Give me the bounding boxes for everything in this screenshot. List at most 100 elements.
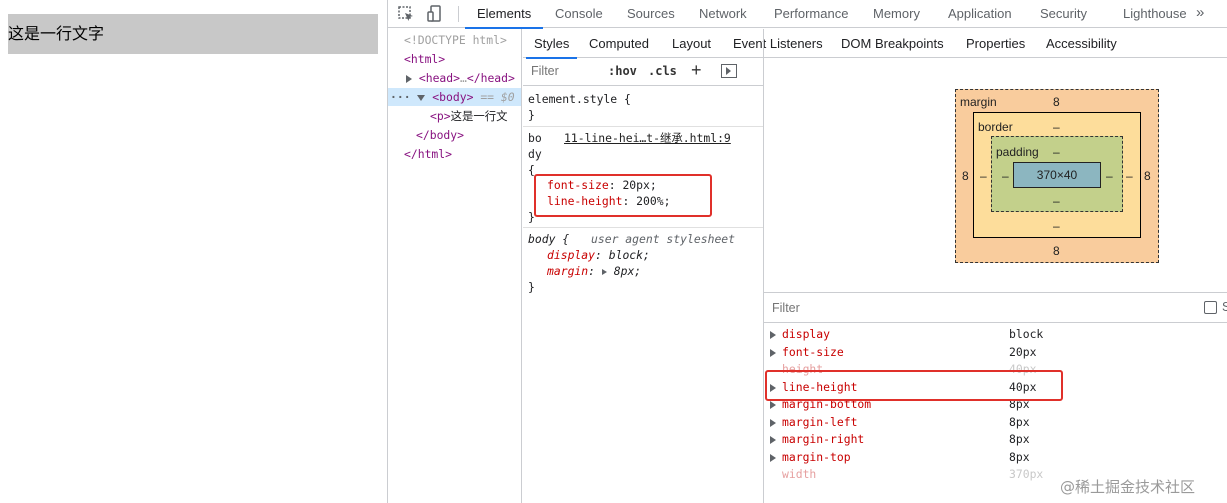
preview-paragraph: 这是一行文字 [8,14,378,54]
rule2-selector[interactable]: body { [528,231,569,247]
collapse-arrow-icon[interactable] [417,94,426,101]
computed-row[interactable]: margin-left 8px [764,414,1227,432]
tab-lighthouse[interactable]: Lighthouse [1123,0,1187,28]
border-bottom-value[interactable]: – [1053,219,1060,233]
computed-prop-value: 370px [1009,467,1044,481]
highlight-box-styles [534,174,712,217]
rule2-prop-display: display: block; [547,248,650,262]
tree-head[interactable]: <head>…</head> [406,69,515,87]
rule-divider [523,227,763,228]
subtab-dom-breakpoints[interactable]: DOM Breakpoints [841,29,944,58]
toolbar-separator [458,6,459,22]
prop-name: margin [547,264,589,278]
box-model-content[interactable]: 370×40 [1013,162,1101,188]
html-open-tag: <html> [404,52,446,66]
computed-filter-input[interactable]: Filter [772,301,800,315]
computed-row[interactable]: display block [764,326,1227,344]
element-style-selector[interactable]: element.style { [528,91,631,107]
prop-name: display [547,248,596,262]
tab-network[interactable]: Network [699,0,747,28]
computed-row[interactable]: margin-top 8px [764,449,1227,467]
rule2-source: user agent stylesheet [591,232,736,246]
tab-application[interactable]: Application [948,0,1012,28]
head-ellipsis[interactable]: … [460,71,467,85]
doctype-text: <!DOCTYPE html> [404,33,507,47]
element-style-close: } [528,108,535,122]
show-all-label: S [1222,300,1227,314]
padding-top-value[interactable]: – [1053,145,1060,159]
computed-prop-value: block [1009,327,1044,341]
padding-right-value[interactable]: – [1106,169,1113,183]
computed-pane: 370×40 margin 8 8 8 8 border – – – – pad… [764,58,1227,503]
margin-top-value[interactable]: 8 [1053,95,1060,109]
expand-arrow-icon[interactable] [601,268,607,275]
head-open-tag: <head> [418,71,461,85]
rule2-close-brace: } [528,280,535,294]
more-tabs-button[interactable]: » [1196,0,1204,28]
rule1-source-link[interactable]: 11-line-hei…t-继承.html:9 [564,130,731,146]
computed-prop-name: margin-left [782,414,858,429]
padding-left-value[interactable]: – [1002,169,1009,183]
subtab-accessibility[interactable]: Accessibility [1046,29,1117,58]
border-right-value[interactable]: – [1126,169,1133,183]
cls-toggle-button[interactable]: .cls [648,64,677,78]
head-close-tag: </head> [466,71,515,85]
prop-value: block; [608,248,650,262]
rule1-selector-part1[interactable]: bo [528,130,542,146]
expand-arrow-icon[interactable] [770,436,776,444]
rule2-prop-margin: margin: 8px; [547,264,642,278]
padding-bottom-value[interactable]: – [1053,194,1060,208]
expand-arrow-icon[interactable] [770,401,776,409]
toggle-sidebar-icon[interactable] [721,64,737,78]
tree-p[interactable]: <p>这是一行文 [430,107,508,125]
rule1-selector-part2[interactable]: dy [528,146,542,162]
computed-prop-value: 20px [1009,344,1037,359]
tree-doctype[interactable]: <!DOCTYPE html> [404,31,507,49]
computed-row[interactable]: font-size 20px [764,344,1227,362]
tree-body[interactable]: ··· <body> == $0 [390,88,515,106]
computed-row[interactable]: margin-right 8px [764,431,1227,449]
tab-security[interactable]: Security [1040,0,1087,28]
more-options-icon[interactable]: ··· [390,90,411,104]
tab-elements[interactable]: Elements [464,0,544,29]
page-preview: 这是一行文字 [0,0,387,503]
device-toolbar-icon[interactable] [425,4,445,24]
highlight-box-computed [765,370,1063,401]
show-all-checkbox[interactable] [1204,301,1217,314]
expand-arrow-icon[interactable] [770,453,776,462]
tree-html-close[interactable]: </html> [404,145,452,163]
margin-right-value[interactable]: 8 [1144,169,1151,183]
devtools-toolbar: Elements Console Sources Network Perform… [388,0,1227,29]
computed-prop-name: font-size [782,344,844,359]
tab-performance[interactable]: Performance [774,0,848,28]
selected-marker: == $0 [480,90,515,104]
margin-label: margin [960,95,997,109]
padding-label: padding [996,145,1039,159]
border-top-value[interactable]: – [1053,120,1060,134]
hov-toggle-button[interactable]: :hov [608,64,637,78]
expand-arrow-icon[interactable] [770,348,776,357]
computed-prop-name: width [782,467,817,481]
subtab-properties[interactable]: Properties [966,29,1025,58]
computed-prop-name: margin-top [782,449,851,464]
body-close-tag: </body> [416,128,465,142]
new-rule-button[interactable]: + [691,60,702,81]
tab-sources[interactable]: Sources [627,0,675,28]
tree-html[interactable]: <html> [404,50,445,68]
html-close-tag: </html> [404,147,453,161]
margin-left-value[interactable]: 8 [962,169,969,183]
inspect-element-icon[interactable] [396,4,416,24]
margin-bottom-value[interactable]: 8 [1053,244,1060,258]
expand-arrow-icon[interactable] [406,74,412,83]
tree-body-close[interactable]: </body> [416,126,464,144]
tab-console[interactable]: Console [555,0,603,28]
styles-filter-input[interactable]: Filter [531,64,559,78]
devtools-panel: Elements Console Sources Network Perform… [387,0,1227,503]
computed-prop-value: 8px [1009,449,1030,464]
expand-arrow-icon[interactable] [770,331,776,339]
tab-memory[interactable]: Memory [873,0,920,28]
expand-arrow-icon[interactable] [770,418,776,427]
p-open-tag: <p> [430,109,451,123]
styles-pane: Filter :hov .cls + element.style { } bo … [523,29,764,503]
border-left-value[interactable]: – [980,169,987,183]
